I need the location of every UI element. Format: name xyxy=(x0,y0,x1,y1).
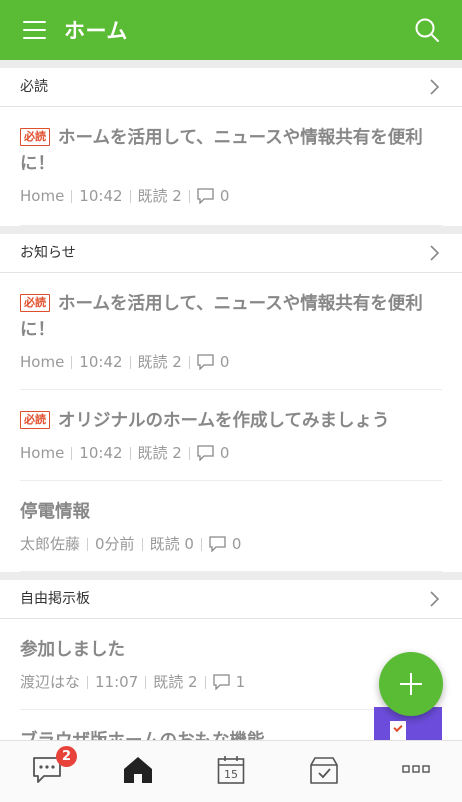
notification-badge: 2 xyxy=(56,746,77,767)
search-icon[interactable] xyxy=(414,17,440,43)
section-divider xyxy=(0,226,462,234)
feed: 必読 必読 ホームを活用して、ニュースや情報共有を便利 に！ Home 10:42 … xyxy=(0,60,462,740)
nav-tasks[interactable] xyxy=(277,741,369,802)
app-header: ホーム xyxy=(0,0,462,60)
home-icon xyxy=(124,757,152,783)
post-meta: Home 10:42 既読 2 0 xyxy=(20,351,442,373)
must-read-badge: 必読 xyxy=(20,294,50,312)
section-title: 必読 xyxy=(20,79,48,95)
hamburger-menu-icon[interactable] xyxy=(23,21,46,39)
read-count: 既読 2 xyxy=(153,673,198,691)
list-item[interactable]: 停電情報 太郎佐藤 0分前 既読 0 0 xyxy=(20,481,442,572)
section-title: お知らせ xyxy=(20,245,76,261)
comment-count: 0 xyxy=(219,353,230,371)
compose-button[interactable] xyxy=(379,652,443,716)
list-item[interactable]: 必読 ホームを活用して、ニュースや情報共有を便利 に！ Home 10:42 既読 … xyxy=(20,273,442,390)
must-read-badge: 必読 xyxy=(20,128,50,146)
nav-chat[interactable]: 2 xyxy=(0,741,92,802)
comment-icon xyxy=(197,188,214,204)
post-time: 10:42 xyxy=(79,353,123,371)
comment-icon xyxy=(212,674,230,690)
section-divider xyxy=(0,60,462,68)
post-time: 10:42 xyxy=(79,187,123,205)
post-author: 太郎佐藤 xyxy=(20,535,81,553)
section-divider xyxy=(0,572,462,580)
post-title: 参加しました xyxy=(20,640,125,660)
read-count: 既読 2 xyxy=(137,187,182,205)
post-author: Home xyxy=(20,444,65,462)
post-time: 0分前 xyxy=(95,535,135,553)
list-item[interactable]: 必読 オリジナルのホームを作成してみましょう Home 10:42 既読 2 0 xyxy=(20,390,442,481)
comment-count: 0 xyxy=(231,535,242,553)
section-header-must-read[interactable]: 必読 xyxy=(0,68,462,107)
list-item[interactable]: 参加しました 渡辺はな 11:07 既読 2 1 xyxy=(20,619,442,710)
post-title: 必読 ホームを活用して、ニュースや情報共有を便利 に！ xyxy=(20,294,423,340)
post-title: 必読 オリジナルのホームを作成してみましょう xyxy=(20,408,442,434)
comment-icon xyxy=(209,536,226,552)
post-meta: Home 10:42 既読 2 0 xyxy=(20,185,442,207)
post-title: 必読 ホームを活用して、ニュースや情報共有を便利 に！ xyxy=(20,128,423,174)
post-author: Home xyxy=(20,353,65,371)
post-author: 渡辺はな xyxy=(20,673,81,691)
section-header-bulletin-board[interactable]: 自由掲示板 xyxy=(0,580,462,619)
comment-count: 1 xyxy=(235,673,246,691)
section-header-announcements[interactable]: お知らせ xyxy=(0,234,462,273)
post-meta: 太郎佐藤 0分前 既読 0 0 xyxy=(20,533,442,555)
comment-icon xyxy=(197,354,214,370)
task-box-icon xyxy=(310,757,338,784)
must-read-badge: 必読 xyxy=(20,411,50,429)
calendar-date: 15 xyxy=(224,768,238,781)
read-count: 既読 2 xyxy=(137,444,182,462)
read-count: 既読 2 xyxy=(137,353,182,371)
section-title: 自由掲示板 xyxy=(20,591,90,607)
comment-count: 0 xyxy=(219,187,230,205)
nav-home[interactable] xyxy=(92,741,184,802)
check-card-icon xyxy=(390,721,406,740)
more-dots-icon xyxy=(402,765,430,773)
post-title: 停電情報 xyxy=(20,502,90,522)
bottom-nav: 2 15 xyxy=(0,740,462,802)
chevron-right-icon xyxy=(430,245,440,261)
post-meta: Home 10:42 既読 2 0 xyxy=(20,442,442,464)
comment-icon xyxy=(197,445,214,461)
post-time: 11:07 xyxy=(95,673,139,691)
post-author: Home xyxy=(20,187,65,205)
chevron-right-icon xyxy=(430,591,440,607)
page-title: ホーム xyxy=(64,19,128,43)
nav-calendar[interactable]: 15 xyxy=(185,741,277,802)
list-item[interactable]: 必読 ホームを活用して、ニュースや情報共有を便利 に！ Home 10:42 既読 … xyxy=(20,107,442,226)
chevron-right-icon xyxy=(430,79,440,95)
nav-more[interactable] xyxy=(370,741,462,802)
post-time: 10:42 xyxy=(79,444,123,462)
comment-count: 0 xyxy=(219,444,230,462)
read-count: 既読 0 xyxy=(149,535,194,553)
